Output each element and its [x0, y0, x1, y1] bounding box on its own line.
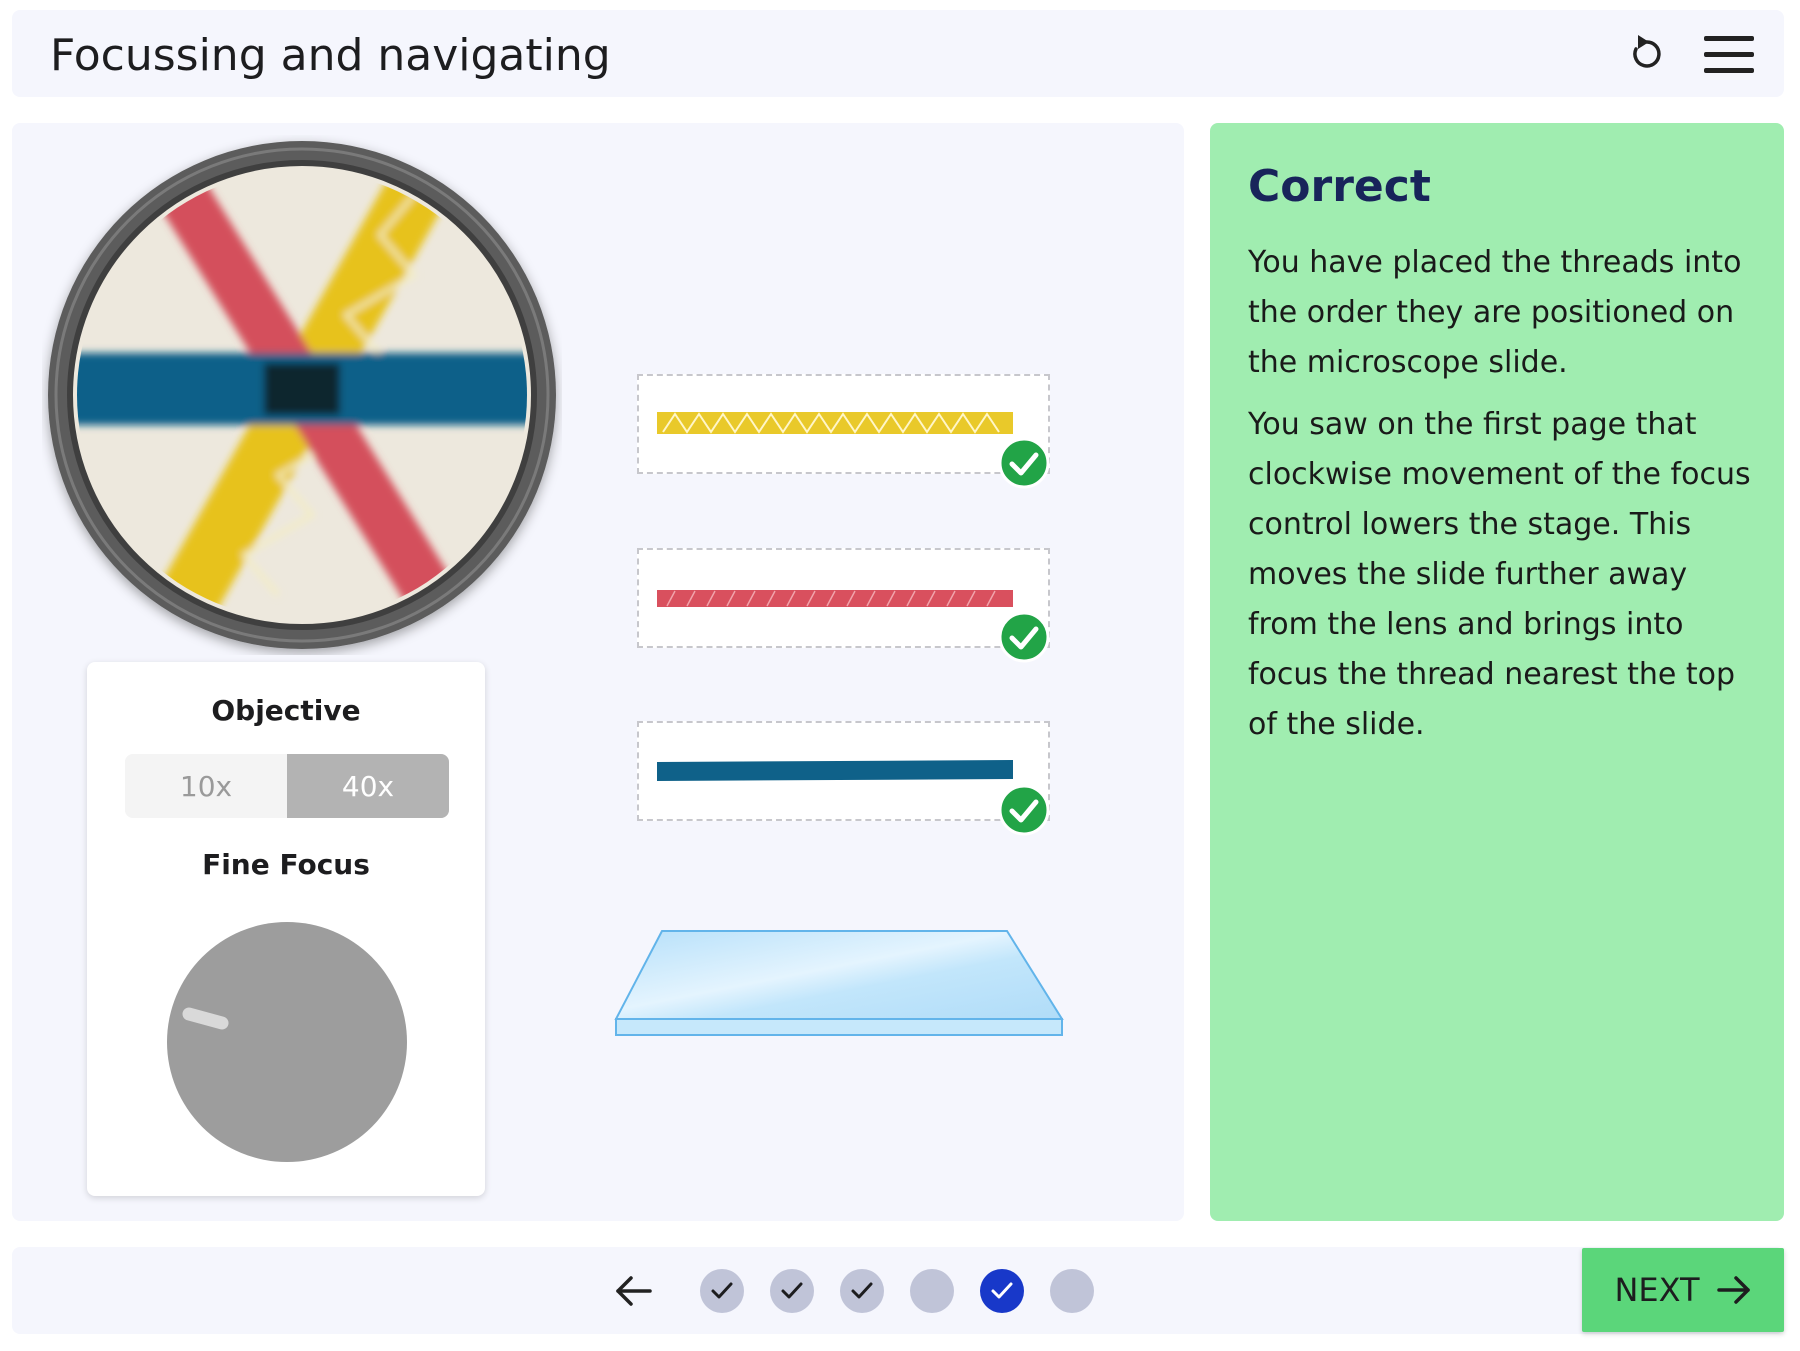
thread-card-blue[interactable] [637, 721, 1050, 836]
next-arrow-icon [1716, 1276, 1750, 1304]
back-arrow-icon [616, 1276, 652, 1306]
menu-icon [1704, 36, 1754, 41]
feedback-panel: Correct You have placed the threads into… [1210, 123, 1784, 1221]
reset-icon [1633, 35, 1661, 68]
objective-40x-option[interactable]: 40x [287, 754, 449, 818]
microscope-view [48, 141, 556, 649]
objective-10x-option[interactable]: 10x [125, 754, 287, 818]
red-thread [657, 590, 1013, 607]
menu-icon-bar [1704, 52, 1754, 57]
progress-step-5[interactable] [980, 1269, 1024, 1313]
progress-step-3[interactable] [840, 1269, 884, 1313]
control-card: Objective 10x 40x Fine Focus [87, 662, 485, 1196]
reset-button[interactable] [1622, 30, 1670, 78]
microscope-slide [614, 930, 1064, 1036]
page-title: Focussing and navigating [50, 30, 611, 81]
objective-toggle[interactable]: 10x 40x [125, 754, 449, 818]
check-icon [998, 611, 1050, 663]
knob-indicator [182, 1007, 229, 1030]
thread-card-red[interactable] [637, 548, 1050, 663]
yellow-thread [657, 412, 1013, 434]
check-icon [781, 1282, 803, 1299]
check-icon [998, 784, 1050, 836]
fine-focus-knob[interactable] [167, 922, 407, 1162]
feedback-paragraph: You have placed the threads into the ord… [1248, 245, 1742, 380]
menu-button[interactable] [1704, 34, 1754, 76]
check-icon [851, 1282, 873, 1299]
next-label: NEXT [1614, 1271, 1700, 1309]
header-bar: Focussing and navigating [12, 10, 1784, 97]
feedback-paragraph: You saw on the first page that clockwise… [1248, 407, 1751, 742]
progress-step-4[interactable] [910, 1269, 954, 1313]
check-icon [998, 437, 1050, 489]
feedback-title: Correct [1248, 161, 1431, 212]
menu-icon-bar [1704, 68, 1754, 73]
objective-label: Objective [211, 694, 361, 727]
check-icon [711, 1282, 733, 1299]
thread-card-yellow[interactable] [637, 374, 1050, 489]
progress-step-1[interactable] [700, 1269, 744, 1313]
progress-step-2[interactable] [770, 1269, 814, 1313]
check-icon [991, 1282, 1013, 1299]
back-button[interactable] [612, 1269, 656, 1313]
blue-thread [657, 760, 1013, 781]
progress-step-6[interactable] [1050, 1269, 1094, 1313]
activity-panel: Objective 10x 40x Fine Focus [12, 123, 1184, 1221]
next-button[interactable]: NEXT [1582, 1248, 1784, 1332]
fine-focus-label: Fine Focus [202, 848, 370, 881]
navigation-bar [12, 1247, 1784, 1334]
